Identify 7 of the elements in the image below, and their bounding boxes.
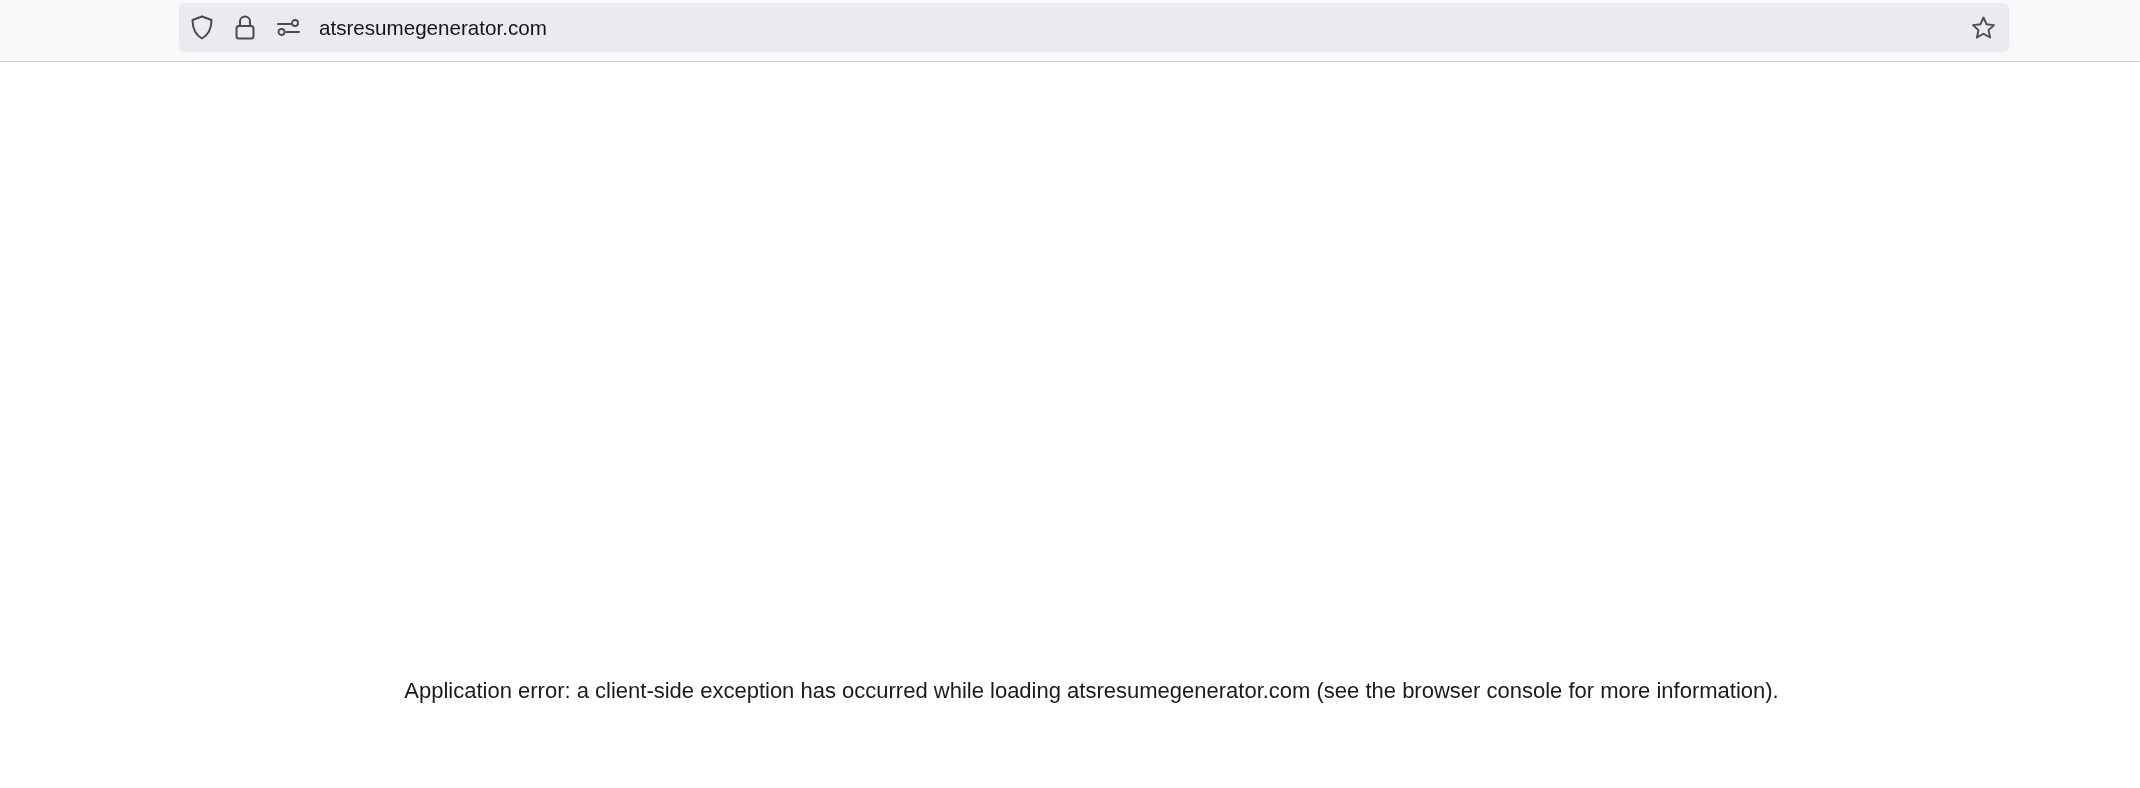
sliders-icon[interactable] bbox=[277, 19, 300, 36]
lock-icon[interactable] bbox=[235, 15, 255, 40]
shield-icon[interactable] bbox=[191, 15, 213, 40]
star-icon[interactable] bbox=[1971, 15, 1996, 40]
address-bar[interactable]: atsresumegenerator.com bbox=[179, 3, 2009, 52]
error-message: Application error: a client-side exception has occurred while loading atsresumegenerator.com (see the browser console for more information). bbox=[404, 677, 1779, 705]
url-text[interactable]: atsresumegenerator.com bbox=[319, 15, 1971, 40]
